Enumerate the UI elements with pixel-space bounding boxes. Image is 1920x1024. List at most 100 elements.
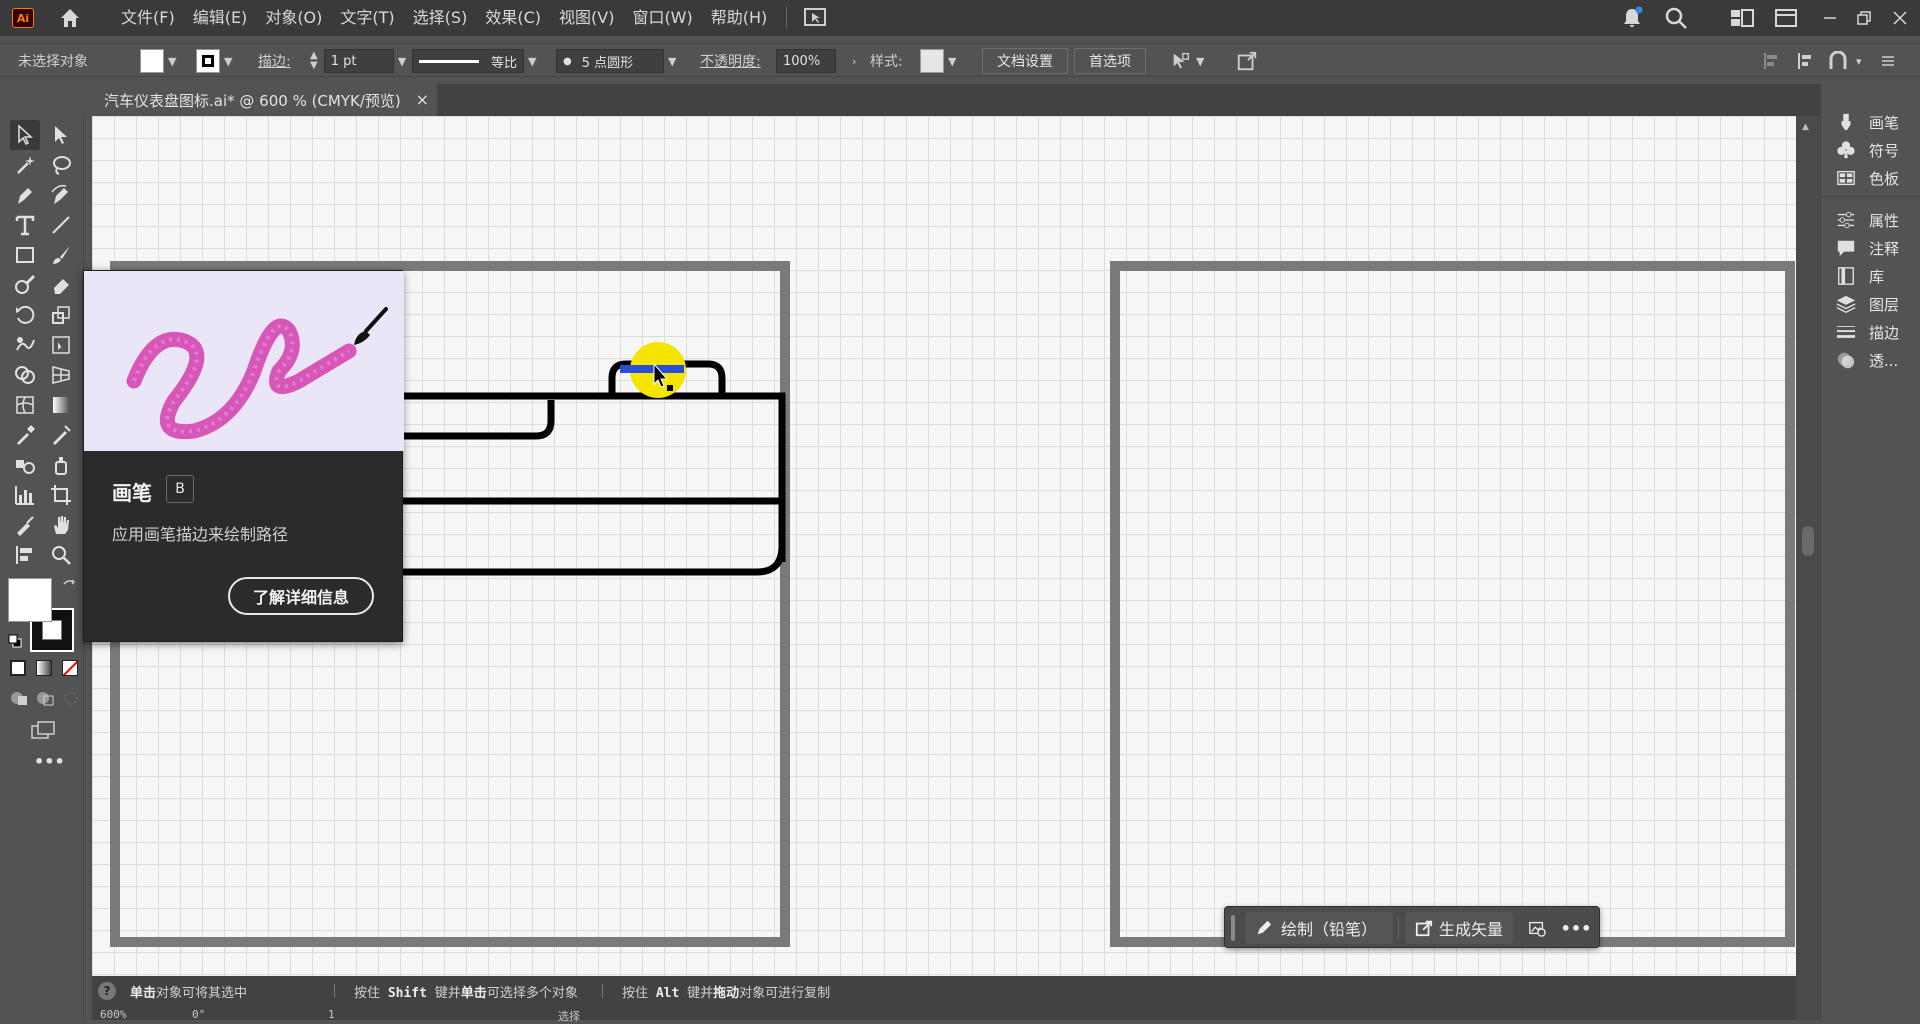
menu-view[interactable]: 视图(V) — [550, 0, 623, 36]
scale-tool-icon[interactable] — [46, 300, 76, 330]
select-similar-icon[interactable]: ▼ — [1170, 44, 1204, 78]
image-settings-icon[interactable] — [1523, 912, 1551, 944]
menu-help[interactable]: 帮助(H) — [702, 0, 777, 36]
tab-close-icon[interactable]: × — [416, 90, 429, 109]
minimize-icon[interactable] — [1822, 0, 1838, 36]
screen-mode-icon[interactable] — [30, 720, 56, 740]
shape-builder-icon[interactable]: ▾ — [1828, 44, 1862, 78]
fill-color-box[interactable] — [8, 578, 52, 622]
notifications-icon[interactable] — [1620, 0, 1644, 36]
path-align-icon[interactable] — [1796, 44, 1816, 78]
share-screen-icon[interactable] — [803, 7, 827, 29]
variable-width-profile[interactable]: 等比 ▼ — [412, 44, 536, 78]
mesh-tool-icon[interactable] — [10, 390, 40, 420]
panel-comments[interactable]: 注释 — [1835, 234, 1899, 262]
fill-swatch[interactable]: ▼ — [140, 44, 176, 78]
menu-select[interactable]: 选择(S) — [404, 0, 477, 36]
menu-effect[interactable]: 效果(C) — [476, 0, 550, 36]
taskbar-drag-handle[interactable] — [1231, 915, 1235, 941]
panel-brushes[interactable]: 画笔 — [1835, 108, 1899, 136]
type-tool-icon[interactable] — [10, 210, 40, 240]
scrollbar-thumb[interactable] — [1802, 526, 1814, 556]
perspective-grid-tool-icon[interactable] — [46, 360, 76, 390]
panel-properties[interactable]: 属性 — [1835, 206, 1899, 234]
artboard-2-frame[interactable] — [1110, 261, 1795, 947]
menu-object[interactable]: 对象(O) — [256, 0, 331, 36]
eraser-tool-icon[interactable] — [46, 270, 76, 300]
column-graph-tool-icon[interactable] — [10, 480, 40, 510]
dashboard-icon-artwork[interactable] — [401, 360, 786, 576]
none-mode-icon[interactable] — [62, 660, 78, 676]
free-transform-tool-icon[interactable] — [46, 330, 76, 360]
document-setup-button[interactable]: 文档设置 — [982, 48, 1068, 74]
zoom-level-field[interactable]: 600% — [100, 1008, 127, 1021]
eyedropper-tool-icon[interactable] — [10, 420, 40, 450]
gradient-tool-icon[interactable] — [46, 390, 76, 420]
draw-normal-icon[interactable] — [10, 690, 28, 706]
taskbar-more-icon[interactable]: ••• — [1561, 912, 1592, 944]
arrange-icon[interactable] — [1774, 0, 1798, 36]
stroke-weight-field[interactable]: 1 pt — [323, 49, 394, 73]
gradient-mode-icon[interactable] — [36, 660, 52, 676]
stroke-weight-stepper[interactable]: ▲ ▼ 1 pt ▼ — [310, 44, 406, 78]
zoom-tool-icon[interactable] — [46, 540, 76, 570]
more-tools-icon[interactable]: ••• — [34, 752, 65, 771]
artboard-number-field[interactable]: 1 — [328, 1008, 335, 1021]
graphic-style-swatch[interactable]: ▼ — [920, 44, 956, 78]
panel-libraries[interactable]: 库 — [1835, 262, 1884, 290]
close-window-icon[interactable] — [1892, 0, 1908, 36]
measure-tool-icon[interactable] — [46, 420, 76, 450]
draw-pencil-button[interactable]: 绘制（铅笔） — [1245, 912, 1393, 944]
panel-layers[interactable]: 图层 — [1835, 290, 1899, 318]
rectangle-tool-icon[interactable] — [10, 240, 40, 270]
symbol-sprayer-tool-icon[interactable] — [46, 450, 76, 480]
home-icon[interactable] — [58, 6, 82, 30]
scroll-up-icon[interactable]: ▲ — [1802, 122, 1809, 132]
default-colors-icon[interactable] — [8, 634, 22, 648]
search-icon[interactable] — [1664, 0, 1688, 36]
selection-tool-icon[interactable] — [10, 120, 40, 150]
panel-swatches[interactable]: 色板 — [1835, 164, 1899, 192]
opacity-control[interactable]: 100% › — [776, 44, 856, 78]
artboard-tool-icon[interactable] — [46, 480, 76, 510]
workspace-icon[interactable] — [1730, 0, 1754, 36]
color-mode-icon[interactable] — [10, 660, 26, 676]
restore-icon[interactable] — [1856, 0, 1872, 36]
export-icon[interactable] — [1236, 44, 1258, 78]
help-icon[interactable]: ? — [98, 982, 116, 1000]
preferences-button[interactable]: 首选项 — [1074, 48, 1146, 74]
draw-inside-icon[interactable] — [62, 690, 80, 706]
shaper-tool-icon[interactable] — [10, 270, 40, 300]
generate-vector-button[interactable]: 生成矢量 — [1405, 912, 1513, 944]
menu-window[interactable]: 窗口(W) — [623, 0, 701, 36]
shape-builder-tool-icon[interactable] — [10, 360, 40, 390]
draw-behind-icon[interactable] — [36, 690, 54, 706]
menu-file[interactable]: 文件(F) — [112, 0, 184, 36]
learn-more-button[interactable]: 了解详细信息 — [228, 577, 374, 615]
panel-transparency[interactable]: 透... — [1835, 346, 1898, 374]
opacity-field[interactable]: 100% — [776, 49, 836, 73]
blend-tool-icon[interactable] — [10, 450, 40, 480]
warp-tool-icon[interactable] — [10, 330, 40, 360]
pen-tool-icon[interactable] — [10, 180, 40, 210]
brush-definition[interactable]: ● 5 点圆形 ▼ — [556, 44, 676, 78]
vertical-scrollbar[interactable]: ▲ — [1796, 116, 1820, 1020]
panel-stroke[interactable]: 描边 — [1835, 318, 1899, 346]
paintbrush-tool-icon[interactable] — [46, 240, 76, 270]
slice-tool-icon[interactable] — [10, 510, 40, 540]
swap-fill-stroke-icon[interactable] — [62, 578, 78, 592]
hand-tool-icon[interactable] — [46, 510, 76, 540]
magic-wand-tool-icon[interactable] — [10, 150, 40, 180]
rotation-field[interactable]: 0° — [192, 1008, 205, 1021]
align-tool-icon[interactable] — [10, 540, 40, 570]
panel-symbols[interactable]: 符号 — [1835, 136, 1899, 164]
panel-menu-icon[interactable] — [1880, 44, 1896, 78]
document-tab[interactable]: 汽车仪表盘图标.ai* @ 600 % (CMYK/预览) × — [92, 84, 437, 116]
rotate-tool-icon[interactable] — [10, 300, 40, 330]
menu-edit[interactable]: 编辑(E) — [184, 0, 257, 36]
curvature-tool-icon[interactable] — [46, 180, 76, 210]
stroke-swatch[interactable]: ▼ — [196, 44, 232, 78]
align-icon[interactable] — [1762, 44, 1782, 78]
direct-selection-tool-icon[interactable] — [46, 120, 76, 150]
line-tool-icon[interactable] — [46, 210, 76, 240]
